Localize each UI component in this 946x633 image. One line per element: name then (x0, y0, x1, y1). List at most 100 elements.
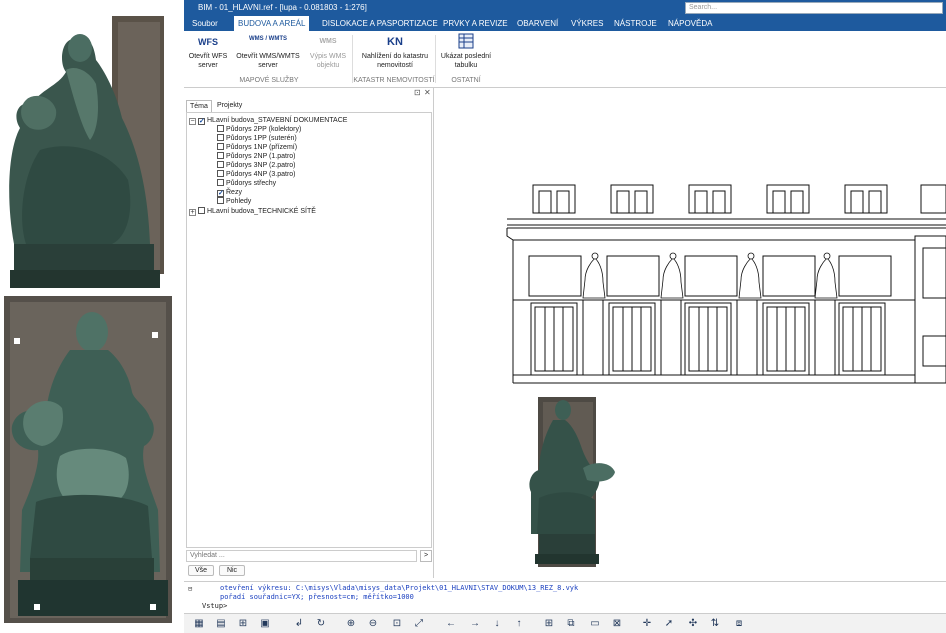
tree-node-pudorys-1np[interactable]: Půdorys 1NP (přízemí) (217, 143, 297, 152)
console-line-1: otevření výkresu: C:\misys\Vlada\misys_d… (220, 584, 579, 592)
layers-tool-icon[interactable]: ▦ (192, 617, 206, 631)
menu-nastroje[interactable]: NÁSTROJE (610, 16, 661, 31)
copy-icon[interactable]: ⧈ (732, 617, 746, 631)
panel-header: ⊡ ✕ (184, 88, 434, 98)
facade-drawing (506, 184, 946, 567)
tree-node-pudorys-2pp[interactable]: Půdorys 2PP (kolektory) (217, 125, 301, 134)
theme-panel: ⊡ ✕ Téma Projekty − ✓ HLavní budova_STAVEB… (184, 88, 434, 578)
close-icon[interactable]: ✕ (424, 88, 431, 97)
menu-napoveda[interactable]: NÁPOVĚDA (664, 16, 716, 31)
zoom-extent-icon[interactable]: ⤢ (412, 617, 426, 631)
left-photo-column (0, 0, 184, 633)
open-wms-wmts-button[interactable]: WMS / WMTS Otevřít WMS/WMTS server (232, 33, 304, 70)
app-window: BIM - 01_HLAVNI.ref - [lupa - 0.081803 -… (184, 0, 946, 633)
pan-left-icon[interactable]: ← (444, 617, 458, 631)
show-last-table-button[interactable]: Ukázat poslední tabulku (437, 33, 495, 70)
tree-node-pudorys-1pp[interactable]: Půdorys 1PP (suterén) (217, 134, 297, 143)
checkbox-icon[interactable] (217, 152, 224, 159)
database-icon[interactable]: ▣ (258, 617, 272, 631)
zoom-window-icon[interactable]: ⊡ (390, 617, 404, 631)
menu-dislokace[interactable]: DISLOKACE A PASPORTIZACE (318, 16, 442, 31)
checkbox-checked-icon[interactable]: ✓ (217, 190, 224, 197)
menu-obarveni[interactable]: OBARVENÍ (513, 16, 562, 31)
open-wms-wmts-label-2: server (258, 62, 278, 69)
find-go-button[interactable]: > (420, 550, 432, 562)
checkbox-icon[interactable] (217, 125, 224, 132)
find-input[interactable]: Vyhledat ... (186, 550, 417, 562)
menu-budova-a-areal[interactable]: BUDOVA A AREÁL (234, 16, 310, 31)
zoom-out-icon[interactable]: ⊖ (366, 617, 380, 631)
layer-manager-icon[interactable]: ▤ (214, 617, 228, 631)
open-wfs-button[interactable]: WFS Otevřít WFS server (186, 33, 230, 70)
layer-tree: − ✓ HLavní budova_STAVEBNÍ DOKUMENTACE Půd… (186, 112, 432, 548)
tree-node-technicke-site[interactable]: + HLavní budova_TECHNICKÉ SÍTĚ (189, 207, 316, 216)
wfs-icon: WFS (198, 37, 218, 47)
pointer-icon[interactable]: ➚ (662, 617, 676, 631)
window-title: BIM - 01_HLAVNI.ref - [lupa - 0.081803 -… (198, 3, 367, 12)
command-console[interactable]: ⊟ otevření výkresu: C:\misys\Vlada\misys… (184, 581, 946, 613)
tree-node-pohledy[interactable]: Pohledy (217, 197, 251, 206)
clear-selection-icon[interactable]: ⊠ (610, 617, 624, 631)
menu-soubor[interactable]: Soubor (188, 16, 222, 31)
zoom-in-icon[interactable]: ⊕ (344, 617, 358, 631)
rectangle-icon[interactable]: ▭ (588, 617, 602, 631)
pan-right-icon[interactable]: → (468, 617, 482, 631)
console-prompt[interactable]: Vstup> (202, 602, 227, 610)
mirror-icon[interactable]: ⇅ (708, 617, 722, 631)
menu-bar: Soubor BUDOVA A AREÁL DISLOKACE A PASPOR… (184, 16, 946, 31)
search-input[interactable]: Search... (685, 2, 943, 14)
cadastre-view-button[interactable]: KN Nahlížení do katastru nemovitostí (354, 33, 436, 70)
group-cadastre: KATASTR NEMOVITOSTÍ (353, 77, 435, 84)
checkbox-icon[interactable] (217, 161, 224, 168)
structure-icon[interactable]: ⊞ (236, 617, 250, 631)
checkbox-icon[interactable] (217, 170, 224, 177)
upper-windows (532, 184, 946, 214)
crosshair-icon[interactable]: ✛ (640, 617, 654, 631)
tree-node-pudorys-3np[interactable]: Půdorys 3NP (2.patro) (217, 161, 296, 170)
console-collapse-icon[interactable]: ⊟ (188, 585, 192, 593)
tree-node-stavebni[interactable]: − ✓ HLavní budova_STAVEBNÍ DOKUMENTACE (189, 116, 347, 125)
wms-wmts-icon: WMS / WMTS (249, 36, 287, 42)
open-wfs-label: Otevřít WFS (188, 53, 228, 60)
refresh-icon[interactable]: ↻ (314, 617, 328, 631)
grid-icon[interactable]: ⊞ (542, 617, 556, 631)
select-none-button[interactable]: Nic (219, 565, 245, 576)
tab-projekty[interactable]: Projekty (214, 100, 245, 112)
menu-vykres[interactable]: VÝKRES (567, 16, 607, 31)
ribbon-separator (435, 35, 436, 83)
tree-node-pudorys-strechy[interactable]: Půdorys střechy (217, 179, 276, 188)
tree-node-label: Půdorys 3NP (2.patro) (226, 162, 296, 169)
show-last-table-label: Ukázat poslední (440, 53, 492, 60)
pan-up-icon[interactable]: ↑ (512, 617, 526, 631)
collapse-icon[interactable]: − (189, 118, 196, 125)
pan-down-icon[interactable]: ↓ (490, 617, 504, 631)
cadastre-view-label-2: nemovitostí (377, 62, 413, 69)
kn-icon: KN (387, 36, 403, 48)
expand-icon[interactable]: + (189, 209, 196, 216)
tree-node-pudorys-4np[interactable]: Půdorys 4NP (3.patro) (217, 170, 296, 179)
open-wms-wmts-label: Otevřít WMS/WMTS (236, 53, 300, 60)
menu-prvky-a-revize[interactable]: PRVKY A REVIZE (439, 16, 512, 31)
checkbox-checked-icon[interactable]: ✓ (198, 118, 205, 125)
drawing-canvas[interactable] (435, 88, 946, 581)
checkbox-icon[interactable] (217, 134, 224, 141)
statue-photo-top (9, 16, 164, 288)
checkbox-icon[interactable] (198, 207, 205, 214)
wms-list-button[interactable]: WMS Výpis WMS objektu (306, 33, 350, 70)
back-icon[interactable]: ↲ (292, 617, 306, 631)
statue-render (529, 397, 615, 567)
tree-node-pudorys-2np[interactable]: Půdorys 2NP (1.patro) (217, 152, 296, 161)
move-icon[interactable]: ✣ (686, 617, 700, 631)
title-bar: BIM - 01_HLAVNI.ref - [lupa - 0.081803 -… (184, 0, 946, 16)
pin-icon[interactable]: ⊡ (414, 88, 421, 97)
wms-list-label-2: objektu (316, 62, 340, 69)
select-all-button[interactable]: Vše (188, 565, 214, 576)
checkbox-icon[interactable] (217, 197, 224, 204)
tree-node-label: Půdorys 2NP (1.patro) (226, 153, 296, 160)
checkbox-icon[interactable] (217, 179, 224, 186)
select-window-icon[interactable]: ⧉ (564, 617, 578, 631)
bottom-toolbar: ▦ ▤ ⊞ ▣ ↲ ↻ ⊕ ⊖ ⊡ ⤢ ← → ↓ ↑ ⊞ ⧉ ▭ ⊠ ✛ ➚ … (184, 613, 946, 633)
tab-tema[interactable]: Téma (186, 100, 212, 112)
checkbox-icon[interactable] (217, 143, 224, 150)
tree-node-rezy[interactable]: ✓ Řezy (217, 188, 242, 197)
